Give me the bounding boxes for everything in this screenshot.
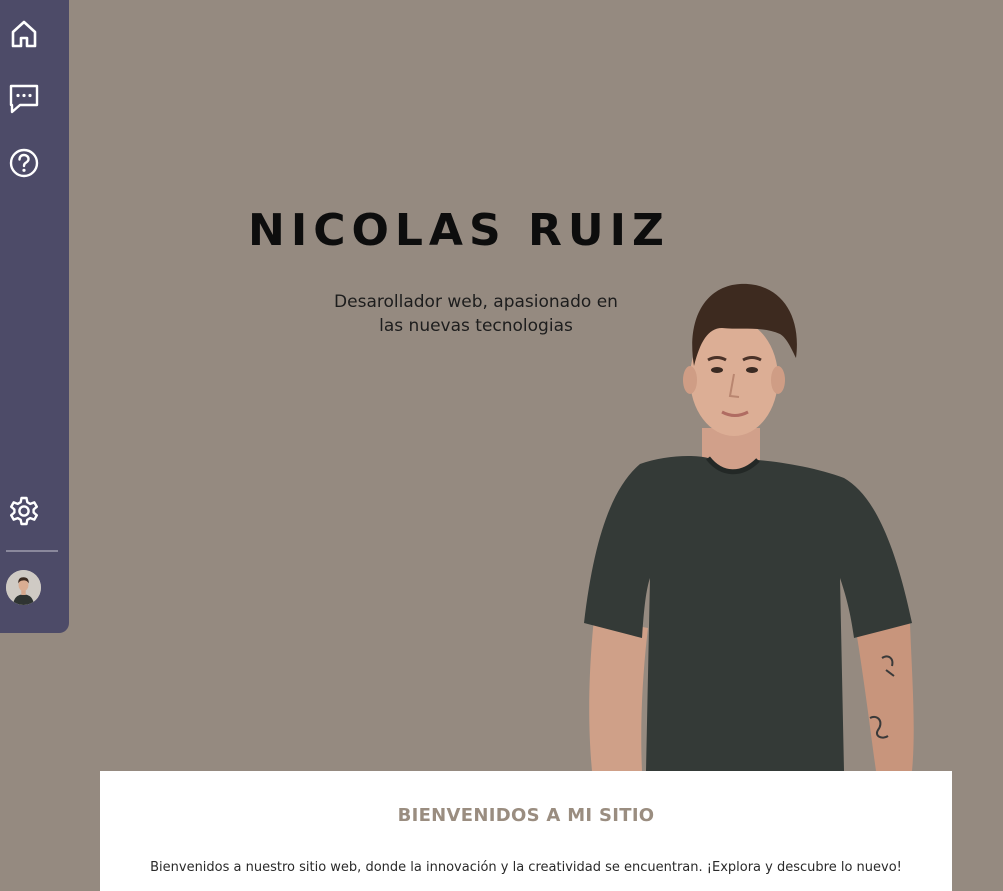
home-icon [11,20,37,48]
hero-subtitle-line1: Desarollador web, apasionado en [334,292,618,312]
help-icon [9,148,39,178]
home-button[interactable] [6,16,42,52]
sidebar [0,0,69,633]
messages-button[interactable] [6,80,42,116]
user-avatar-icon [6,570,41,605]
chat-icon [9,84,39,114]
welcome-title: BIENVENIDOS A MI SITIO [397,805,655,826]
avatar[interactable] [6,570,41,605]
sidebar-divider [6,550,58,552]
help-button[interactable] [6,145,42,181]
page: NICOLAS RUIZ Desarollador web, apasionad… [0,0,1003,891]
hero-name: NICOLAS RUIZ [248,205,670,256]
settings-button[interactable] [6,493,42,529]
gear-icon [10,496,38,526]
welcome-text: Bienvenidos a nuestro sitio web, donde l… [150,860,902,875]
hero-subtitle-line2: las nuevas tecnologias [379,316,573,336]
portrait-photo [584,283,914,771]
welcome-card: BIENVENIDOS A MI SITIO Bienvenidos a nue… [100,771,952,891]
